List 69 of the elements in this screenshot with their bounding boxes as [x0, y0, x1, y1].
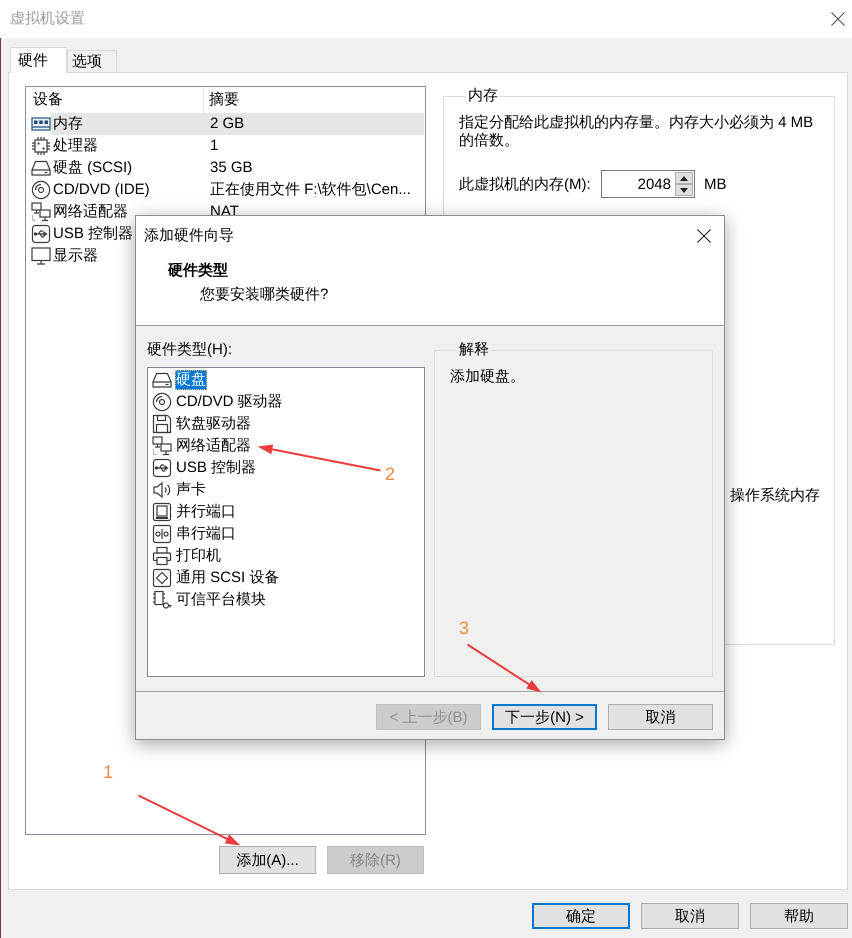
- column-header[interactable]: 摘要: [204, 87, 239, 113]
- unit-label: MB: [704, 176, 726, 192]
- usb-icon: [152, 458, 172, 478]
- device-row[interactable]: 内存 2 GB: [51, 113, 424, 135]
- network-computers-icon: [31, 202, 51, 222]
- device-name: 处理器: [53, 136, 98, 156]
- tab[interactable]: 选项: [67, 50, 117, 72]
- device-name: 网络适配器: [53, 202, 128, 222]
- memory-note-text: 操作系统内存: [730, 487, 820, 504]
- device-name: 硬盘 (SCSI): [53, 158, 132, 178]
- device-summary: 正在使用文件 F:\软件包\Cen...: [210, 180, 411, 200]
- hardware-type-item[interactable]: 通用 SCSI 设备: [175, 568, 280, 588]
- annotation-number: 2: [385, 463, 396, 485]
- close-icon: [697, 228, 711, 242]
- add-button[interactable]: 添加(A)...: [219, 846, 316, 874]
- chip-key-icon: [152, 590, 172, 610]
- memory-label: 此虚拟机的内存(M):: [459, 174, 592, 194]
- explanation-text: 添加硬盘。: [450, 368, 525, 385]
- group-title: 内存: [467, 86, 499, 106]
- dialog-button[interactable]: 取消: [641, 903, 739, 929]
- dialog-button[interactable]: 帮助: [750, 903, 848, 929]
- dialog-button[interactable]: 确定: [532, 903, 630, 929]
- disc-icon: [152, 392, 172, 412]
- dialog-title: 添加硬件向导: [144, 226, 234, 246]
- close-button[interactable]: [697, 228, 711, 242]
- device-summary: 1: [210, 136, 218, 156]
- hardware-type-item[interactable]: CD/DVD 驱动器: [175, 392, 284, 412]
- hardware-type-item[interactable]: 打印机: [175, 546, 222, 566]
- usb-icon: [31, 224, 51, 244]
- wizard-heading: 硬件类型: [168, 262, 228, 279]
- window-title: 虚拟机设置: [10, 9, 85, 29]
- device-row[interactable]: CD/DVD (IDE) 正在使用文件 F:\软件包\Cen...: [51, 179, 424, 201]
- wizard-button[interactable]: 取消: [608, 704, 713, 730]
- hardware-type-item[interactable]: 硬盘: [175, 370, 207, 390]
- hardware-type-item[interactable]: 可信平台模块: [175, 590, 267, 610]
- annotation-number: 1: [103, 761, 114, 783]
- hardware-type-item[interactable]: 软盘驱动器: [175, 414, 252, 434]
- wizard-button[interactable]: 下一步(N) >: [492, 704, 597, 730]
- device-row[interactable]: 硬盘 (SCSI) 35 GB: [51, 157, 424, 179]
- device-summary: 35 GB: [210, 158, 253, 178]
- hardware-type-item[interactable]: 并行端口: [175, 502, 237, 522]
- hardware-type-item[interactable]: 串行端口: [175, 524, 237, 544]
- list-label: 硬件类型(H):: [147, 341, 232, 358]
- hardware-type-item[interactable]: 网络适配器: [175, 436, 252, 456]
- hard-drive-icon: [152, 370, 172, 390]
- device-summary: 2 GB: [210, 114, 244, 134]
- speaker-icon: [152, 480, 172, 500]
- diamond-tile-icon: [152, 568, 172, 588]
- device-name: 内存: [53, 114, 83, 134]
- hardware-type-item[interactable]: 声卡: [175, 480, 207, 500]
- hard-drive-icon: [31, 158, 51, 178]
- port-icon: [152, 502, 172, 522]
- connector-icon: [152, 524, 172, 544]
- annotation-number: 3: [459, 617, 470, 639]
- group-title: 解释: [458, 340, 490, 360]
- device-name: CD/DVD (IDE): [53, 180, 150, 200]
- printer-icon: [152, 546, 172, 566]
- device-row[interactable]: 处理器 1: [51, 135, 424, 157]
- chip-icon: [31, 136, 51, 156]
- wizard-subheading: 您要安装哪类硬件?: [200, 286, 328, 303]
- device-name: 显示器: [53, 246, 98, 266]
- monitor-icon: [31, 246, 51, 266]
- network-computers-icon: [152, 436, 172, 456]
- close-icon: [831, 12, 845, 26]
- tab[interactable]: 硬件: [10, 47, 67, 73]
- close-button[interactable]: [831, 12, 845, 26]
- memory-description: 指定分配给此虚拟机的内存量。内存大小必须为 4 MB 的倍数。: [459, 114, 814, 150]
- hardware-type-item[interactable]: USB 控制器: [175, 458, 258, 478]
- disc-icon: [31, 180, 51, 200]
